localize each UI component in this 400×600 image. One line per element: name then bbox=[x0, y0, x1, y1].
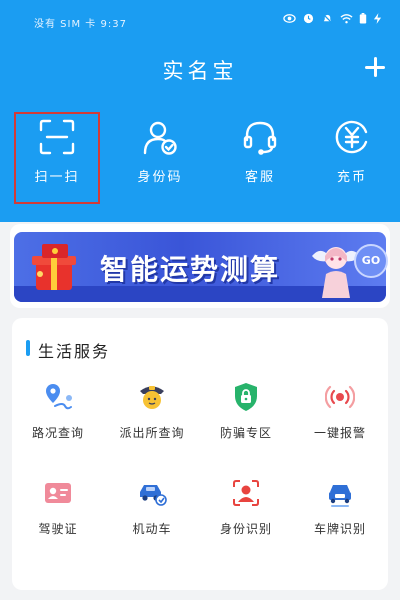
map-pin-route-icon bbox=[46, 384, 72, 410]
go-button[interactable]: GO bbox=[354, 244, 388, 278]
alarm-clock-icon bbox=[303, 13, 314, 24]
service-traffic-query[interactable]: 路况查询 bbox=[11, 382, 105, 466]
quick-action-customer-service[interactable]: 客服 bbox=[210, 112, 310, 208]
section-accent-bar bbox=[26, 340, 30, 356]
id-code-icon bbox=[143, 121, 177, 155]
quick-action-label: 身份码 bbox=[137, 170, 183, 185]
service-label: 身份识别 bbox=[219, 522, 272, 536]
service-label: 车牌识别 bbox=[313, 522, 366, 536]
status-bar: 没有 SIM 卡 9:37 bbox=[0, 0, 400, 40]
life-services-card: 生活服务 路况查询 派出所查询 防骗专区 一键报警 驾驶证 机动车 身份识别 车… bbox=[12, 318, 388, 590]
section-title: 生活服务 bbox=[38, 342, 111, 361]
service-identity-recognition[interactable]: 身份识别 bbox=[199, 478, 293, 562]
service-label: 派出所查询 bbox=[119, 426, 185, 440]
service-one-key-alarm[interactable]: 一键报警 bbox=[293, 382, 387, 466]
service-label: 机动车 bbox=[132, 522, 172, 536]
driver-license-icon bbox=[45, 483, 71, 503]
charging-icon bbox=[373, 13, 382, 24]
eye-icon bbox=[283, 14, 296, 23]
add-button[interactable] bbox=[364, 56, 386, 78]
app-header: 没有 SIM 卡 9:37 实名宝 扫一扫 身份码 客服 充币 bbox=[0, 0, 400, 222]
fortune-banner[interactable]: 智能运势测算 bbox=[10, 224, 390, 308]
shield-lock-icon bbox=[235, 383, 257, 411]
service-label: 防骗专区 bbox=[219, 426, 272, 440]
quick-action-label: 扫一扫 bbox=[34, 170, 80, 185]
service-anti-fraud[interactable]: 防骗专区 bbox=[199, 382, 293, 466]
quick-action-label: 客服 bbox=[244, 170, 275, 185]
battery-icon bbox=[359, 13, 367, 24]
service-label: 路况查询 bbox=[31, 426, 84, 440]
headset-icon bbox=[243, 121, 277, 155]
quick-action-id-code[interactable]: 身份码 bbox=[110, 112, 210, 208]
time-text: 9:37 bbox=[100, 19, 127, 30]
service-driver-license[interactable]: 驾驶证 bbox=[11, 478, 105, 562]
yuan-coin-icon bbox=[335, 120, 368, 154]
service-police-station-query[interactable]: 派出所查询 bbox=[105, 382, 199, 466]
quick-actions: 扫一扫 身份码 客服 充币 bbox=[0, 112, 400, 208]
face-id-icon bbox=[233, 480, 259, 506]
wifi-icon bbox=[340, 14, 353, 24]
page-title: 实名宝 bbox=[162, 59, 238, 83]
quick-action-scan[interactable]: 扫一扫 bbox=[7, 112, 107, 208]
service-label: 驾驶证 bbox=[38, 522, 78, 536]
mute-bell-icon bbox=[322, 13, 333, 24]
car-icon bbox=[140, 485, 167, 506]
red-envelope-gift-icon bbox=[32, 244, 76, 290]
service-plate-recognition[interactable]: 车牌识别 bbox=[293, 478, 387, 562]
alarm-broadcast-icon bbox=[325, 385, 355, 409]
plate-recognition-icon bbox=[329, 485, 351, 507]
scan-icon bbox=[39, 119, 75, 155]
quick-action-recharge[interactable]: 充币 bbox=[302, 112, 400, 208]
banner-title: 智能运势测算 bbox=[100, 253, 281, 286]
carrier-text: 没有 SIM 卡 bbox=[34, 19, 97, 30]
service-motor-vehicle[interactable]: 机动车 bbox=[105, 478, 199, 562]
police-officer-icon bbox=[140, 386, 164, 409]
quick-action-label: 充币 bbox=[336, 170, 367, 185]
service-label: 一键报警 bbox=[313, 426, 366, 440]
